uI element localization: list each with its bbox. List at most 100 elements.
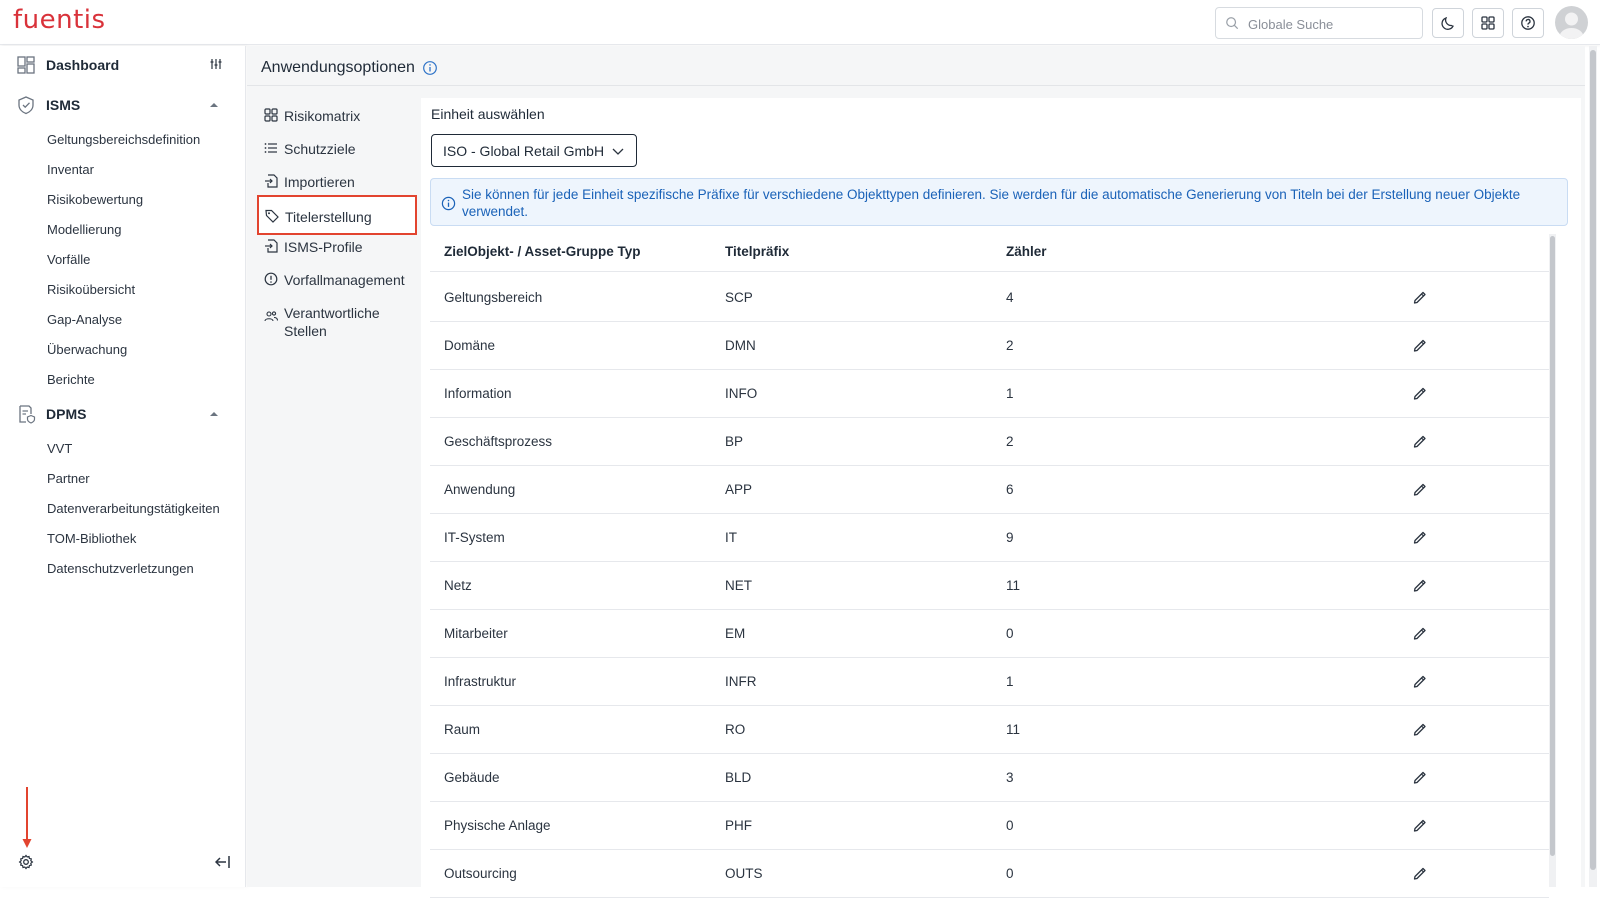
table-row: Anwendung APP 6 (430, 465, 1549, 514)
sidebar-item-modellierung[interactable]: Modellierung (47, 222, 121, 237)
cell-prefix: INFR (725, 674, 757, 689)
sidebar-item-gap-analyse[interactable]: Gap-Analyse (47, 312, 122, 327)
tag-icon (265, 209, 279, 223)
global-search[interactable] (1215, 7, 1423, 39)
chevron-down-icon (612, 148, 624, 155)
sidebar: Dashboard ISMS Geltungsbereichsdefinitio… (0, 46, 246, 887)
edit-pencil-icon[interactable] (1412, 337, 1428, 353)
page-scrollbar-thumb[interactable] (1590, 50, 1596, 870)
cell-counter: 0 (1006, 866, 1014, 881)
dark-mode-button[interactable] (1432, 8, 1464, 38)
cell-counter: 11 (1006, 722, 1021, 737)
cell-prefix: PHF (725, 818, 752, 833)
cell-type: Raum (444, 722, 481, 737)
red-arrow-annotation-icon (22, 787, 32, 848)
cell-type: Geltungsbereich (444, 290, 543, 305)
help-icon (1521, 16, 1535, 30)
table-row: Raum RO 11 (430, 705, 1549, 754)
table-row: Outsourcing OUTS 0 (430, 849, 1549, 898)
table-row: Netz NET 11 (430, 561, 1549, 610)
customize-icon[interactable] (210, 58, 222, 70)
avatar[interactable] (1555, 6, 1588, 39)
sidebar-item-datenverarbeitungstaetigkeiten[interactable]: Datenverarbeitungstätigkeiten (47, 501, 220, 516)
gear-icon[interactable] (18, 854, 34, 870)
sidebar-item-ueberwachung[interactable]: Überwachung (47, 342, 127, 357)
option-schutzziele[interactable]: Schutzziele (257, 131, 417, 165)
cell-prefix: EM (725, 626, 746, 641)
column-header-type[interactable]: ZielObjekt- / Asset-Gruppe Typ (444, 244, 641, 259)
edit-pencil-icon[interactable] (1412, 865, 1428, 881)
collapse-sidebar-icon[interactable] (215, 855, 231, 869)
apps-button[interactable] (1472, 8, 1504, 38)
sidebar-item-vvt[interactable]: VVT (47, 441, 72, 456)
edit-pencil-icon[interactable] (1412, 769, 1428, 785)
sidebar-item-geltungsbereichsdefinition[interactable]: Geltungsbereichsdefinition (47, 132, 200, 147)
sidebar-item-partner[interactable]: Partner (47, 471, 90, 486)
cell-type: Infrastruktur (444, 674, 517, 689)
sidebar-section-dpms[interactable]: DPMS (0, 396, 246, 432)
edit-pencil-icon[interactable] (1412, 529, 1428, 545)
cell-prefix: BLD (725, 770, 752, 785)
dashboard-icon (17, 56, 35, 74)
sidebar-item-vorfaelle[interactable]: Vorfälle (47, 252, 90, 267)
chevron-up-icon[interactable] (208, 408, 220, 420)
table-scrollbar-thumb[interactable] (1550, 236, 1555, 856)
sidebar-item-inventar[interactable]: Inventar (47, 162, 94, 177)
edit-pencil-icon[interactable] (1412, 817, 1428, 833)
import-icon (265, 239, 278, 253)
import-icon (265, 174, 278, 188)
chevron-up-icon[interactable] (208, 99, 220, 111)
edit-pencil-icon[interactable] (1412, 673, 1428, 689)
table-row: IT-System IT 9 (430, 513, 1549, 562)
option-label: Risikomatrix (284, 108, 361, 124)
cell-counter: 0 (1006, 626, 1014, 641)
edit-pencil-icon[interactable] (1412, 289, 1428, 305)
app-logo[interactable]: fuentis (13, 5, 106, 35)
cell-counter: 4 (1006, 290, 1014, 305)
column-header-prefix[interactable]: Titelpräfix (725, 244, 789, 259)
cell-type: Physische Anlage (444, 818, 551, 833)
edit-pencil-icon[interactable] (1412, 385, 1428, 401)
option-label: Importieren (284, 174, 355, 190)
document-shield-icon (19, 405, 36, 424)
edit-pencil-icon[interactable] (1412, 721, 1428, 737)
sidebar-item-datenschutzverletzungen[interactable]: Datenschutzverletzungen (47, 561, 194, 576)
info-icon (441, 196, 456, 211)
cell-prefix: INFO (725, 386, 758, 401)
cell-counter: 3 (1006, 770, 1014, 785)
search-input[interactable] (1248, 14, 1416, 34)
sidebar-item-dashboard[interactable]: Dashboard (0, 47, 246, 83)
edit-pencil-icon[interactable] (1412, 625, 1428, 641)
shield-icon (18, 96, 34, 115)
sidebar-item-risikouebersicht[interactable]: Risikoübersicht (47, 282, 135, 297)
option-label: Schutzziele (284, 141, 356, 157)
option-vorfallmanagement[interactable]: Vorfallmanagement (257, 262, 417, 296)
table-row: Physische Anlage PHF 0 (430, 801, 1549, 850)
page-title: Anwendungsoptionen (261, 59, 415, 76)
sidebar-item-risikobewertung[interactable]: Risikobewertung (47, 192, 143, 207)
sidebar-item-berichte[interactable]: Berichte (47, 372, 95, 387)
sidebar-item-tom-bibliothek[interactable]: TOM-Bibliothek (47, 531, 136, 546)
option-isms-profile[interactable]: ISMS-Profile (257, 229, 417, 263)
table-row: Information INFO 1 (430, 369, 1549, 418)
option-risikomatrix[interactable]: Risikomatrix (257, 98, 417, 132)
edit-pencil-icon[interactable] (1412, 433, 1428, 449)
edit-pencil-icon[interactable] (1412, 577, 1428, 593)
option-importieren[interactable]: Importieren (257, 164, 417, 198)
unit-select[interactable]: ISO - Global Retail GmbH (431, 134, 637, 167)
help-button[interactable] (1512, 8, 1544, 38)
table-row: Infrastruktur INFR 1 (430, 657, 1549, 706)
people-icon (264, 311, 278, 322)
edit-pencil-icon[interactable] (1412, 481, 1428, 497)
option-verantwortliche-stellen[interactable]: Verantwortliche Stellen (257, 295, 417, 339)
alert-circle-icon (264, 272, 278, 286)
column-header-counter[interactable]: Zähler (1006, 244, 1047, 259)
sidebar-section-isms[interactable]: ISMS (0, 87, 246, 123)
unit-select-label: Einheit auswählen (431, 106, 545, 122)
option-label: Titelerstellung (285, 209, 372, 225)
info-icon[interactable] (422, 60, 438, 76)
main-area: Anwendungsoptionen Risikomatrix Schutzzi… (247, 46, 1585, 898)
table-row: Geltungsbereich SCP 4 (430, 273, 1549, 322)
cell-prefix: SCP (725, 290, 753, 305)
cell-counter: 9 (1006, 530, 1014, 545)
